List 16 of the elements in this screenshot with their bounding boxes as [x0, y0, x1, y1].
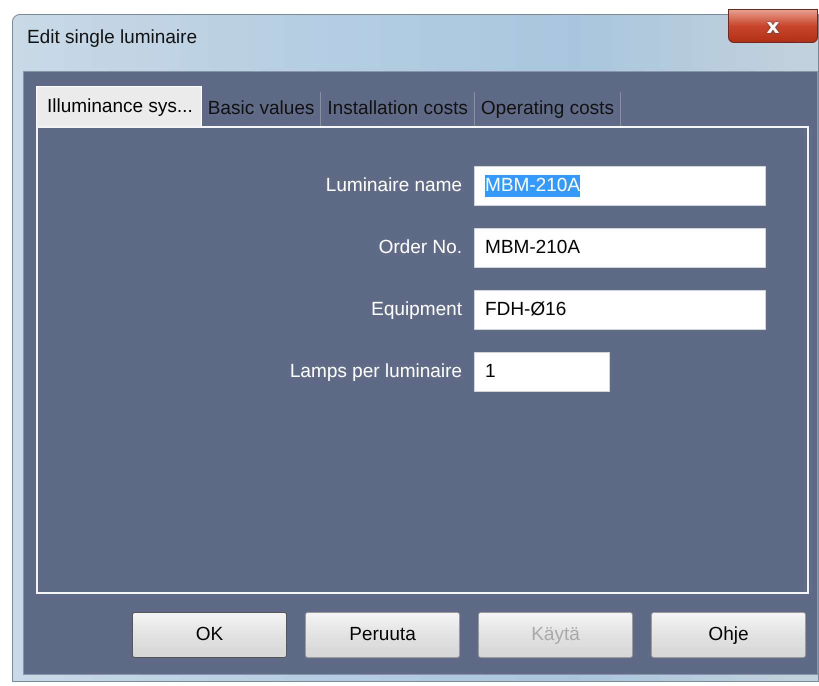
field-label: Lamps per luminaire — [288, 361, 462, 383]
close-button[interactable]: x — [728, 9, 818, 43]
tab[interactable]: Operating costs — [474, 92, 621, 126]
field-label: Luminaire name — [324, 175, 462, 197]
input-field[interactable]: 1 — [474, 352, 610, 392]
field-label: Equipment — [370, 299, 462, 321]
window-title: Edit single luminaire — [27, 27, 198, 49]
tab[interactable]: Basic values — [202, 92, 322, 126]
input-field[interactable]: MBM-210A — [474, 228, 766, 268]
dialog-button[interactable]: Ohje — [651, 612, 806, 658]
dialog-button[interactable]: Peruuta — [305, 612, 460, 658]
field-label: Order No. — [378, 237, 462, 259]
input-field[interactable]: FDH-Ø16 — [474, 290, 766, 330]
dialog-button[interactable]: OK — [132, 612, 287, 658]
tab[interactable]: Illuminance sys... — [36, 86, 202, 126]
tab[interactable]: Installation costs — [321, 92, 475, 126]
